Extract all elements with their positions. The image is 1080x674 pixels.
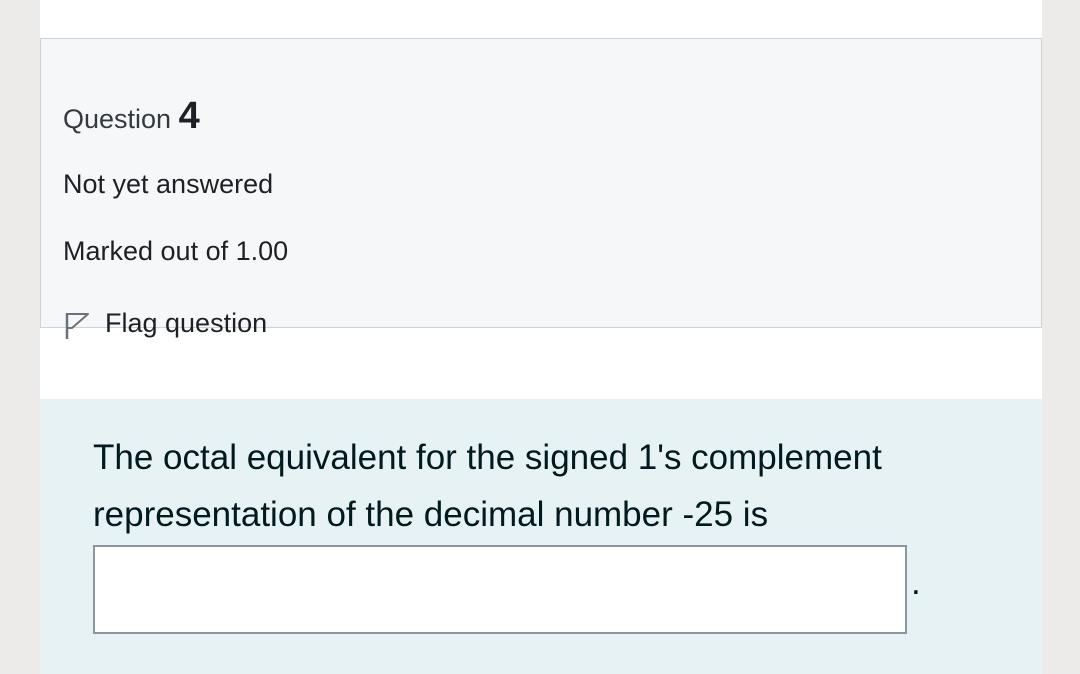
question-heading: Question 4 (63, 97, 200, 135)
answer-input[interactable] (93, 545, 907, 634)
flag-question-button[interactable]: Flag question (63, 305, 267, 341)
quiz-page: Question 4 Not yet answered Marked out o… (40, 0, 1042, 674)
question-label: Question (63, 104, 172, 134)
question-state: Not yet answered (63, 169, 274, 199)
answer-suffix: . (911, 563, 921, 602)
flag-question-label: Flag question (105, 307, 268, 338)
question-content-panel: The octal equivalent for the signed 1's … (40, 399, 1042, 674)
question-grade: Marked out of 1.00 (63, 236, 289, 266)
question-number: 4 (178, 95, 200, 137)
question-text: The octal equivalent for the signed 1's … (93, 438, 882, 534)
question-info-panel: Question 4 Not yet answered Marked out o… (40, 38, 1042, 339)
flag-outline-icon (63, 305, 91, 341)
